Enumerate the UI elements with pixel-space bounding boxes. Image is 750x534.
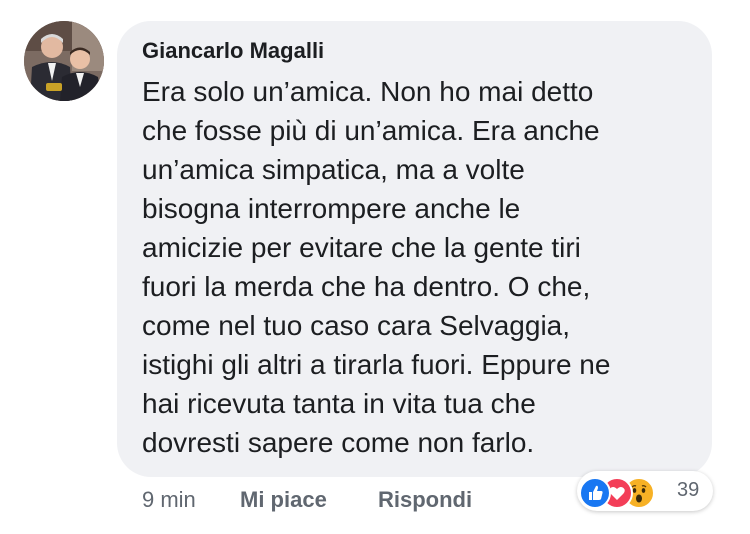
comment-line: fuori la merda che ha dentro. O che, (142, 271, 591, 302)
comment-line: come nel tuo caso cara Selvaggia, (142, 310, 571, 341)
avatar[interactable] (24, 21, 104, 101)
reply-button[interactable]: Rispondi (378, 485, 472, 515)
comment-line: dovresti sapere come non farlo. (142, 427, 535, 458)
comment-line: Era solo un’amica. Non ho mai detto (142, 76, 594, 107)
like-icon (579, 477, 611, 509)
comment-line: un’amica simpatica, ma a volte (142, 154, 525, 185)
reactions-summary[interactable]: 39 (577, 471, 713, 511)
comment-line: hai ricevuta tanta in vita tua che (142, 388, 536, 419)
like-button[interactable]: Mi piace (240, 485, 327, 515)
avatar-photo-icon (24, 21, 104, 101)
comment-line: amicizie per evitare che la gente tiri (142, 232, 581, 263)
comment-author[interactable]: Giancarlo Magalli (142, 38, 324, 64)
comment-timestamp[interactable]: 9 min (142, 485, 196, 515)
reaction-count: 39 (677, 479, 700, 501)
comment-item: Giancarlo Magalli Era solo un’amica. Non… (0, 0, 750, 534)
comment-line: bisogna interrompere anche le (142, 193, 521, 224)
comment-line: che fosse più di un’amica. Era anche (142, 115, 600, 146)
comment-text: Era solo un’amica. Non ho mai detto che … (142, 72, 707, 462)
comment-line: istighi gli altri a tirarla fuori. Eppur… (142, 349, 611, 380)
